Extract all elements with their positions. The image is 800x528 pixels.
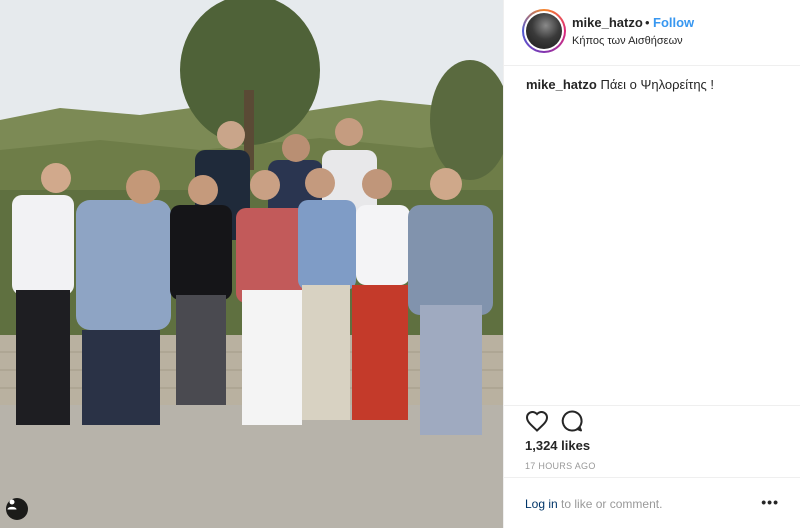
login-link[interactable]: Log in xyxy=(525,497,558,511)
caption-text: Πάει ο Ψηλορείτης ! xyxy=(600,77,715,92)
comment-icon[interactable] xyxy=(560,409,584,438)
login-prompt-text: to like or comment. xyxy=(557,497,663,511)
location-link[interactable]: Κήπος των Αισθήσεων xyxy=(572,35,683,47)
post-photo[interactable] xyxy=(0,0,503,528)
post-caption: mike_hatzo Πάει ο Ψηλορείτης ! xyxy=(526,77,714,92)
avatar[interactable] xyxy=(526,13,562,49)
post-header: mike_hatzo • Follow Κήπος των Αισθήσεων xyxy=(504,0,800,66)
follow-button[interactable]: Follow xyxy=(653,15,694,30)
user-tag-icon[interactable] xyxy=(6,498,28,520)
login-prompt: Log in to like or comment. xyxy=(525,497,662,511)
post-actions: 1,324 likes 17 HOURS AGO xyxy=(504,405,800,485)
post-side-panel: mike_hatzo • Follow Κήπος των Αισθήσεων … xyxy=(503,0,800,528)
post-footer: Log in to like or comment. ••• xyxy=(504,477,800,528)
header-username[interactable]: mike_hatzo xyxy=(572,15,643,30)
heart-icon[interactable] xyxy=(525,410,549,437)
more-options-icon[interactable]: ••• xyxy=(761,494,779,510)
caption-username[interactable]: mike_hatzo xyxy=(526,77,597,92)
story-ring[interactable] xyxy=(522,9,566,53)
group-photo-illustration xyxy=(0,0,503,528)
post-timestamp[interactable]: 17 HOURS AGO xyxy=(525,461,596,471)
likes-count[interactable]: 1,324 likes xyxy=(525,438,590,453)
header-separator: • xyxy=(645,15,650,30)
